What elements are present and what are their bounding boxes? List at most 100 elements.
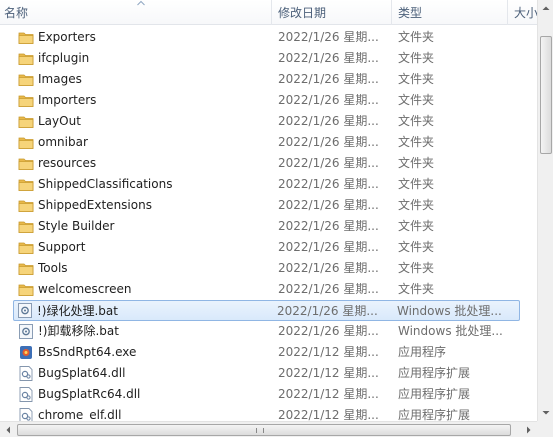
file-type: 文件夹 bbox=[398, 156, 435, 170]
column-header-size-label: 大小 bbox=[514, 6, 539, 20]
file-modified-date: 2022/1/26 星期... bbox=[278, 324, 379, 338]
application-icon bbox=[18, 345, 34, 360]
file-type: 文件夹 bbox=[398, 114, 435, 128]
column-header-bar: 名称 修改日期 类型 大小 bbox=[0, 0, 539, 25]
file-type: 文件夹 bbox=[398, 51, 435, 65]
file-row[interactable]: BsSndRpt64.exe 2022/1/12 星期... 应用程序 bbox=[14, 342, 519, 363]
file-modified-date: 2022/1/12 星期... bbox=[278, 387, 379, 401]
scroll-left-arrow-icon[interactable] bbox=[0, 422, 17, 437]
file-row[interactable]: ifcplugin 2022/1/26 星期... 文件夹 bbox=[14, 48, 519, 69]
file-row[interactable]: Support 2022/1/26 星期... 文件夹 bbox=[14, 237, 519, 258]
folder-icon bbox=[18, 51, 34, 66]
file-name: Support bbox=[38, 240, 86, 254]
file-name: ShippedExtensions bbox=[38, 198, 152, 212]
file-name: !)绿化处理.bat bbox=[37, 304, 118, 318]
file-row[interactable]: Tools 2022/1/26 星期... 文件夹 bbox=[14, 258, 519, 279]
dll-file-icon bbox=[18, 387, 34, 402]
file-row[interactable]: !)卸载移除.bat 2022/1/26 星期... Windows 批处理... bbox=[14, 321, 519, 342]
file-row[interactable]: omnibar 2022/1/26 星期... 文件夹 bbox=[14, 132, 519, 153]
file-row[interactable]: BugSplatRc64.dll 2022/1/12 星期... 应用程序扩展 bbox=[14, 384, 519, 405]
file-row[interactable]: Images 2022/1/26 星期... 文件夹 bbox=[14, 69, 519, 90]
file-name: Importers bbox=[38, 93, 97, 107]
file-type: Windows 批处理... bbox=[397, 304, 502, 318]
file-modified-date: 2022/1/26 星期... bbox=[278, 177, 379, 191]
file-modified-date: 2022/1/26 星期... bbox=[278, 282, 379, 296]
file-row[interactable]: ShippedExtensions 2022/1/26 星期... 文件夹 bbox=[14, 195, 519, 216]
file-name: Tools bbox=[38, 261, 68, 275]
dll-file-icon bbox=[18, 408, 34, 421]
file-modified-date: 2022/1/12 星期... bbox=[278, 408, 379, 421]
file-name: omnibar bbox=[38, 135, 88, 149]
file-modified-date: 2022/1/12 星期... bbox=[278, 366, 379, 380]
vertical-scroll-thumb[interactable] bbox=[540, 36, 552, 154]
file-name: ShippedClassifications bbox=[38, 177, 173, 191]
horizontal-scrollbar[interactable] bbox=[0, 421, 537, 437]
file-type: 文件夹 bbox=[398, 219, 435, 233]
file-modified-date: 2022/1/26 星期... bbox=[278, 51, 379, 65]
scrollbar-corner bbox=[537, 421, 553, 437]
file-name: BugSplat64.dll bbox=[38, 366, 126, 380]
file-modified-date: 2022/1/26 星期... bbox=[278, 135, 379, 149]
scroll-up-arrow-icon[interactable] bbox=[538, 0, 553, 17]
column-header-name[interactable]: 名称 bbox=[0, 0, 272, 25]
folder-icon bbox=[18, 198, 34, 213]
column-header-name-label: 名称 bbox=[4, 6, 29, 20]
batch-file-icon bbox=[18, 324, 34, 339]
file-name: welcomescreen bbox=[38, 282, 132, 296]
file-modified-date: 2022/1/26 星期... bbox=[278, 219, 379, 233]
file-row[interactable]: Style Builder 2022/1/26 星期... 文件夹 bbox=[14, 216, 519, 237]
file-type: 应用程序 bbox=[398, 345, 447, 359]
vertical-scrollbar[interactable] bbox=[537, 0, 553, 421]
file-type: 应用程序扩展 bbox=[398, 387, 471, 401]
file-row[interactable]: welcomescreen 2022/1/26 星期... 文件夹 bbox=[14, 279, 519, 300]
file-row[interactable]: BugSplat64.dll 2022/1/12 星期... 应用程序扩展 bbox=[14, 363, 519, 384]
folder-icon bbox=[18, 240, 34, 255]
file-type: 文件夹 bbox=[398, 282, 435, 296]
file-modified-date: 2022/1/12 星期... bbox=[278, 345, 379, 359]
file-row[interactable]: Importers 2022/1/26 星期... 文件夹 bbox=[14, 90, 519, 111]
file-modified-date: 2022/1/26 星期... bbox=[278, 198, 379, 212]
file-type: 应用程序扩展 bbox=[398, 366, 471, 380]
file-type: 文件夹 bbox=[398, 135, 435, 149]
folder-icon bbox=[18, 93, 34, 108]
file-name: BugSplatRc64.dll bbox=[38, 387, 141, 401]
folder-icon bbox=[18, 261, 34, 276]
file-name: BsSndRpt64.exe bbox=[38, 345, 137, 359]
file-row[interactable]: resources 2022/1/26 星期... 文件夹 bbox=[14, 153, 519, 174]
file-row[interactable]: Exporters 2022/1/26 星期... 文件夹 bbox=[14, 27, 519, 48]
file-type: 文件夹 bbox=[398, 93, 435, 107]
file-modified-date: 2022/1/26 星期... bbox=[278, 261, 379, 275]
file-type: 文件夹 bbox=[398, 240, 435, 254]
file-modified-date: 2022/1/26 星期... bbox=[278, 114, 379, 128]
folder-icon bbox=[18, 135, 34, 150]
file-row[interactable]: chrome_elf.dll 2022/1/12 星期... 应用程序扩展 bbox=[14, 405, 519, 421]
file-list: Exporters 2022/1/26 星期... 文件夹 ifcplugin 2022… bbox=[0, 25, 537, 421]
file-modified-date: 2022/1/26 星期... bbox=[278, 93, 379, 107]
scroll-grip-icon bbox=[256, 428, 264, 433]
column-header-date[interactable]: 修改日期 bbox=[272, 0, 392, 25]
file-type: 文件夹 bbox=[398, 30, 435, 44]
scroll-right-arrow-icon[interactable] bbox=[520, 422, 537, 437]
file-name: Style Builder bbox=[38, 219, 115, 233]
folder-icon bbox=[18, 282, 34, 297]
file-name: resources bbox=[38, 156, 97, 170]
file-row[interactable]: ShippedClassifications 2022/1/26 星期... 文件夹 bbox=[14, 174, 519, 195]
folder-icon bbox=[18, 30, 34, 45]
file-type: 文件夹 bbox=[398, 261, 435, 275]
file-name: LayOut bbox=[38, 114, 81, 128]
file-type: 文件夹 bbox=[398, 177, 435, 191]
folder-icon bbox=[18, 219, 34, 234]
file-name: Exporters bbox=[38, 30, 96, 44]
file-name: Images bbox=[38, 72, 82, 86]
column-header-type[interactable]: 类型 bbox=[392, 0, 508, 25]
file-row[interactable]: !)绿化处理.bat 2022/1/26 星期... Windows 批处理... bbox=[13, 300, 520, 321]
horizontal-scroll-thumb[interactable] bbox=[17, 424, 511, 436]
file-explorer-list: 名称 修改日期 类型 大小 Exporters 2022/1/26 星期... 文件… bbox=[0, 0, 553, 437]
file-row[interactable]: LayOut 2022/1/26 星期... 文件夹 bbox=[14, 111, 519, 132]
column-header-type-label: 类型 bbox=[398, 6, 423, 20]
file-type: 文件夹 bbox=[398, 72, 435, 86]
file-name: chrome_elf.dll bbox=[38, 408, 122, 421]
scroll-down-arrow-icon[interactable] bbox=[538, 404, 553, 421]
file-name: ifcplugin bbox=[38, 51, 90, 65]
file-modified-date: 2022/1/26 星期... bbox=[278, 30, 379, 44]
